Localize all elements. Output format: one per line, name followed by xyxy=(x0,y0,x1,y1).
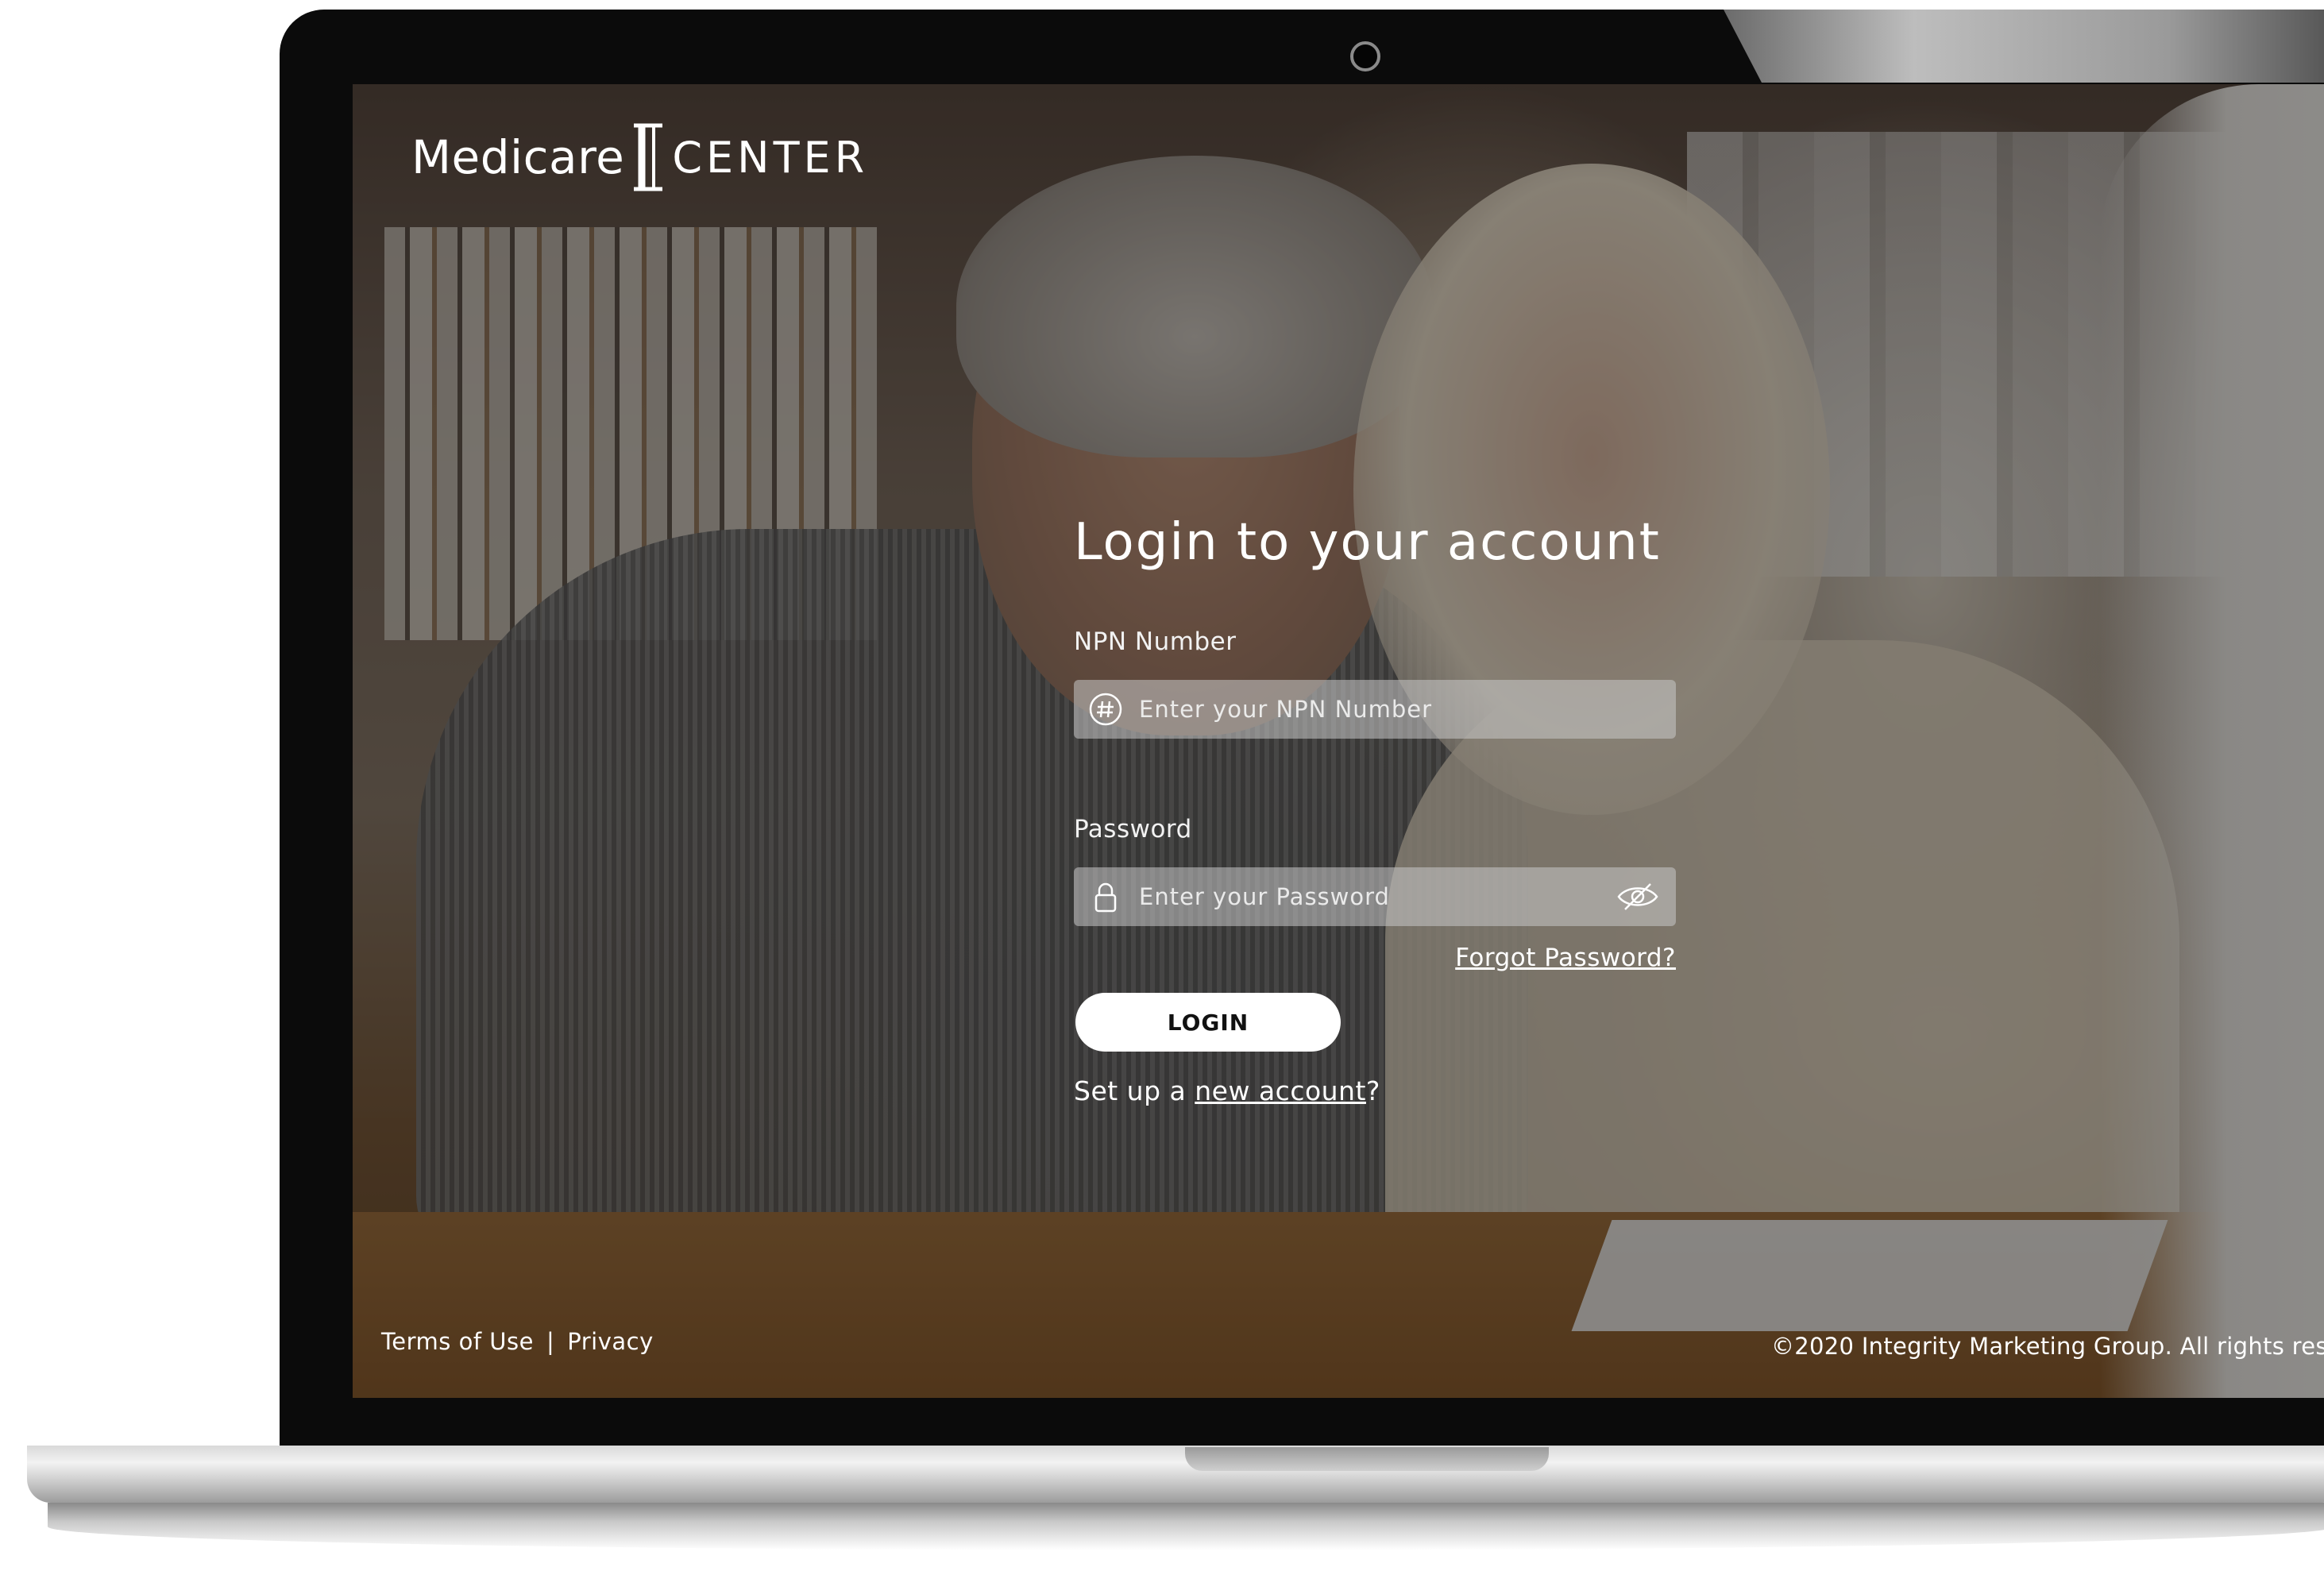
password-input[interactable] xyxy=(1139,867,1614,926)
laptop-base-shadow xyxy=(48,1503,2324,1550)
webcam-icon xyxy=(1350,41,1380,71)
logo-word-center: CENTER xyxy=(672,132,869,183)
signup-prefix: Set up a xyxy=(1074,1075,1195,1106)
terms-of-use-link[interactable]: Terms of Use xyxy=(381,1328,534,1355)
privacy-link[interactable]: Privacy xyxy=(567,1328,654,1355)
logo-mark-icon xyxy=(629,122,667,192)
page-title: Login to your account xyxy=(1074,513,1661,572)
medicare-center-logo[interactable]: Medicare CENTER xyxy=(411,122,868,192)
footer-separator: | xyxy=(546,1328,555,1355)
eye-slash-icon[interactable] xyxy=(1614,879,1662,914)
password-field[interactable] xyxy=(1074,867,1676,926)
laptop-hinge-notch xyxy=(1185,1447,1549,1471)
forgot-password-link[interactable]: Forgot Password? xyxy=(1074,944,1676,972)
laptop-base xyxy=(27,1446,2324,1503)
copyright-text: ©2020 Integrity Marketing Group. All rig… xyxy=(1771,1333,2324,1360)
new-account-link[interactable]: new account xyxy=(1195,1075,1366,1106)
npn-input[interactable] xyxy=(1139,680,1676,739)
signup-prompt: Set up a new account? xyxy=(1074,1075,1693,1106)
lock-icon xyxy=(1088,879,1123,914)
login-screen: Medicare CENTER Login to your account NP… xyxy=(353,84,2324,1398)
signup-suffix: ? xyxy=(1365,1075,1380,1106)
password-label: Password xyxy=(1074,815,1192,843)
footer-links: Terms of Use | Privacy xyxy=(381,1328,654,1355)
logo-word-medicare: Medicare xyxy=(411,130,625,184)
login-form: Login to your account NPN Number Passwor… xyxy=(1074,513,1693,1106)
hash-icon xyxy=(1088,692,1123,727)
npn-label: NPN Number xyxy=(1074,627,1237,656)
login-button[interactable]: LOGIN xyxy=(1075,993,1341,1052)
device-mockup: Medicare CENTER Login to your account NP… xyxy=(0,0,2324,1575)
bezel-reflection xyxy=(1724,10,2324,83)
npn-field[interactable] xyxy=(1074,680,1676,739)
